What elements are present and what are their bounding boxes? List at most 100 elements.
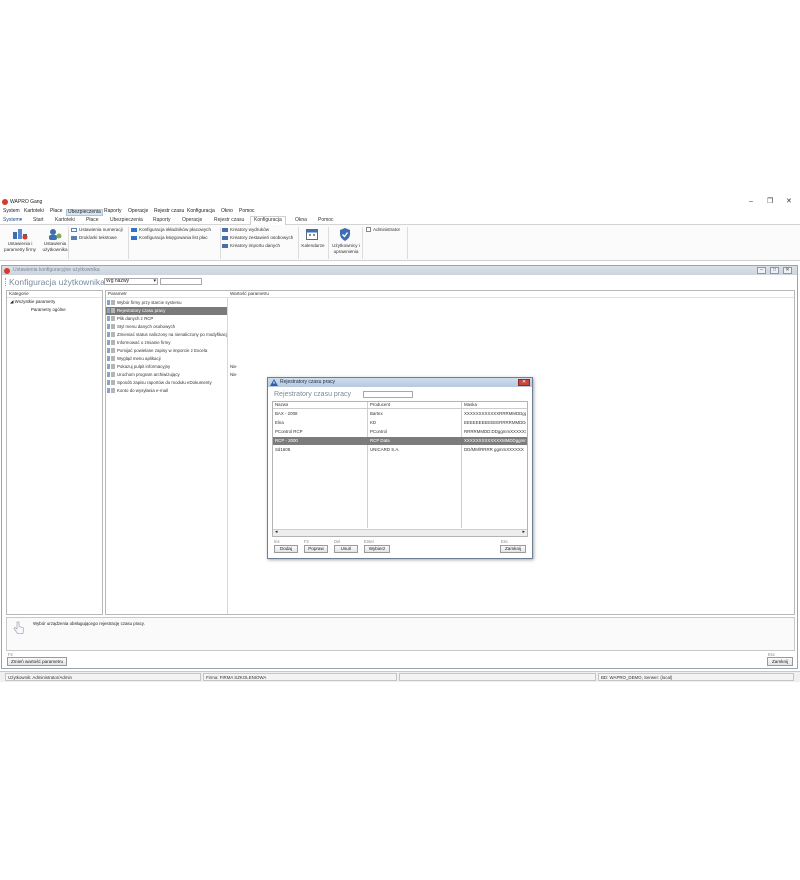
filter-select[interactable]: Wg nazwy ▾ [104, 278, 158, 285]
printout-wizards-button[interactable]: Kreatory wydruków [222, 227, 269, 233]
menu-okno[interactable]: Okno [220, 208, 234, 215]
param-name-cell: Wybór firmy przy starcie systemu [106, 299, 227, 307]
child-minimize-button[interactable]: – [757, 267, 766, 274]
rcp-name-cell: BAX - 2008 [275, 411, 298, 416]
child-restore-button[interactable]: □ [770, 267, 779, 274]
tab-konfiguracja[interactable]: Konfiguracja [250, 216, 286, 225]
param-row[interactable]: Wygląd menu aplikacji [106, 355, 794, 363]
scroll-right-icon[interactable]: ▸ [522, 529, 525, 535]
child-close-button[interactable]: ✕ [783, 267, 792, 274]
horizontal-scrollbar[interactable]: ◂ ▸ [273, 529, 527, 536]
tab-pomoc[interactable]: Pomoc [318, 217, 334, 224]
rcp-mask-cell: XXXXXXXXXXXXRRRMMDDggmm [464, 411, 526, 416]
rcp-rows: BAX - 2008 Bartex XXXXXXXXXXXXRRRMMDDggmm E… [273, 410, 527, 470]
calendars-button[interactable]: Kalendarze [299, 243, 327, 249]
category-general-params[interactable]: Parametry ogólne [31, 307, 66, 312]
menu-operacje[interactable]: Operacje [127, 208, 149, 215]
param-name-cell: Wygląd menu aplikacji [106, 355, 227, 363]
minimize-button[interactable]: – [749, 196, 753, 207]
staffing-wizards-button[interactable]: Kreatory zestawień osobowych [222, 235, 293, 241]
param-row[interactable]: Pomijać powielane zapisy w imporcie z Ex… [106, 347, 794, 355]
add-button[interactable]: Dodaj [274, 545, 298, 553]
param-row[interactable]: Styl menu danych osobowych [106, 323, 794, 331]
app-title: WAPRO Gang [10, 199, 43, 205]
menu-raporty[interactable]: Raporty [103, 208, 123, 215]
payroll-config-button[interactable]: Konfiguracja składników płacowych [131, 227, 211, 233]
param-value: Nie [230, 364, 237, 369]
text-printouts-button[interactable]: Druk/arki tekstowe [71, 235, 117, 241]
company-settings-button[interactable]: Ustawienia i parametry firmy [2, 241, 38, 252]
tab-ubezpieczenia[interactable]: Ubezpieczenia [110, 217, 143, 224]
menu-ubezpieczenia[interactable]: Ubezpieczenia [66, 209, 103, 216]
add-key-hint: Ins [274, 539, 280, 544]
status-bar: Użytkownik: Administrator/Admin Firma: F… [0, 671, 800, 682]
param-name: Plik danych z RCP [117, 316, 154, 321]
param-name: Zmieniać status naliczony na nienaliczon… [117, 332, 227, 337]
delete-button[interactable]: Usuń [334, 545, 358, 553]
dialog-close-action-button[interactable]: Zamknij [500, 545, 526, 553]
dialog-close-button[interactable]: ✕ [518, 379, 530, 386]
scroll-left-icon[interactable]: ◂ [275, 529, 278, 535]
rcp-row[interactable]: PControl RCP PControl RRRRMMDD:DDggmmXXXXX… [273, 428, 527, 436]
column-header-mask: Maska [464, 402, 477, 407]
close-window-button[interactable]: Zamknij [767, 657, 793, 666]
menu-kartoteki[interactable]: Kartoteki [23, 208, 45, 215]
grid-header-row: Nazwa Producent Maska [273, 402, 527, 409]
tab-system[interactable]: System▾ [3, 217, 22, 224]
tab-place[interactable]: Płace [86, 217, 99, 224]
param-row[interactable]: Zmieniać status naliczony na nienaliczon… [106, 331, 794, 339]
param-name-cell: Styl menu danych osobowych [106, 323, 227, 331]
select-button[interactable]: Wybierz [364, 545, 390, 553]
tab-rejestr-czasu[interactable]: Rejestr czasu [214, 217, 244, 224]
config-window-titlebar: Ustawienia konfiguracyjne użytkownika – … [2, 266, 797, 275]
tab-okna[interactable]: Okna [295, 217, 307, 224]
shield-icon [339, 228, 351, 241]
rcp-row[interactable]: RCP - 2000 RCP Data XXXXXXXXXXXXXMMDDggmmT… [273, 437, 527, 445]
rcp-row[interactable]: Sd1608 UNICARD S.A. DD/MM/RRRR ggmmXXXXXX [273, 446, 527, 454]
param-name-cell: Zmieniać status naliczony na nienaliczon… [106, 331, 227, 339]
user-settings-button[interactable]: Ustawienia użytkownika [38, 241, 72, 252]
status-user: Użytkownik: Administrator/Admin [5, 673, 201, 681]
tab-raporty[interactable]: Raporty [153, 217, 171, 224]
category-all-params[interactable]: ◢ Wszystkie parametry [10, 299, 55, 305]
search-input[interactable] [160, 278, 202, 285]
tab-start[interactable]: Start [33, 217, 44, 224]
param-name: Uruchom program archiwizujący [117, 372, 180, 377]
menu-konfiguracja[interactable]: Konfiguracja [186, 208, 216, 215]
edit-button[interactable]: Popraw [304, 545, 328, 553]
payroll-icon [131, 227, 137, 232]
menu-system[interactable]: System [2, 208, 21, 215]
numbering-button[interactable]: Ustawienia numeracji [71, 227, 123, 233]
users-permissions-button[interactable]: Użytkownicy i uprawnienia [329, 243, 363, 254]
tab-operacje[interactable]: Operacje [182, 217, 202, 224]
administrator-checkbox[interactable]: Administrator [366, 227, 400, 233]
ledger-config-button[interactable]: Konfiguracja księgowania list płac [131, 235, 208, 241]
menu-place[interactable]: Płace [49, 208, 64, 215]
tab-kartoteki[interactable]: Kartoteki [55, 217, 75, 224]
close-button[interactable]: ✕ [786, 196, 792, 207]
maximize-button[interactable]: ❐ [767, 196, 773, 207]
tree-expand-icon[interactable]: ◢ [10, 299, 13, 304]
rcp-row[interactable]: BAX - 2008 Bartex XXXXXXXXXXXXRRRMMDDggmm [273, 410, 527, 418]
dialog-title: Rejestratory czasu pracy [280, 379, 336, 385]
param-row[interactable]: Informować o zmianie firmy [106, 339, 794, 347]
config-window-title: Ustawienia konfiguracyjne użytkownika [13, 267, 100, 273]
rcp-name-cell: Sd1608 [275, 447, 291, 452]
param-row[interactable]: Wybór firmy przy starcie systemu [106, 299, 794, 307]
import-wizards-button[interactable]: Kreatory importu danych [222, 243, 280, 249]
param-icon [107, 372, 115, 377]
param-row[interactable]: Pokazuj pulpit informacyjny Nie [106, 363, 794, 371]
categories-header: Kategorie [7, 291, 102, 298]
user-settings-icon [48, 228, 62, 240]
menu-rejestr-czasu[interactable]: Rejestr czasu [153, 208, 185, 215]
dialog-search-input[interactable] [363, 391, 413, 398]
checkbox-icon[interactable] [366, 227, 371, 233]
wizard-icon [222, 243, 228, 248]
rcp-row[interactable]: Elna KD EEEEEEEEEEEERRRRMMDDggmm [273, 419, 527, 427]
rcp-producer-cell: KD [370, 420, 377, 425]
change-value-button[interactable]: Zmień wartość parametru [7, 657, 67, 666]
menu-pomoc[interactable]: Pomoc [238, 208, 256, 215]
status-empty [399, 673, 596, 681]
param-row[interactable]: Rejestratory czasu pracy [106, 307, 794, 315]
param-row[interactable]: Plik danych z RCP [106, 315, 794, 323]
